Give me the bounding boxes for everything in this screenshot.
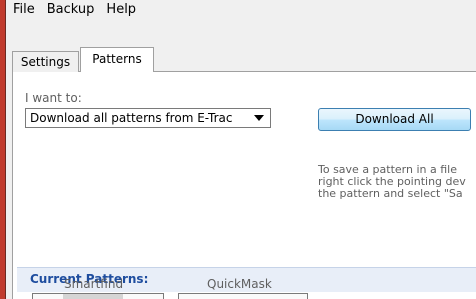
quickmask-pattern-slot[interactable]: [178, 293, 308, 299]
quickmask-column-label: QuickMask: [207, 277, 272, 291]
dropdown-arrow-icon: [254, 115, 264, 121]
pattern-action-select[interactable]: Download all patterns from E-Trac: [25, 108, 271, 128]
tab-settings[interactable]: Settings: [12, 51, 79, 72]
app-window: File Backup Help Settings Patterns I wan…: [0, 0, 476, 299]
save-pattern-hint: To save a pattern in a file right click …: [318, 163, 466, 200]
pattern-action-select-value: Download all patterns from E-Trac: [30, 111, 233, 125]
menu-backup[interactable]: Backup: [41, 0, 101, 20]
menu-bar: File Backup Help: [7, 0, 476, 20]
download-all-button[interactable]: Download All: [318, 108, 471, 131]
menu-help[interactable]: Help: [100, 0, 142, 20]
tab-patterns[interactable]: Patterns: [80, 47, 154, 72]
smartfind-pattern-highlight: [63, 294, 123, 299]
window-frame-edge-inner: [5, 0, 6, 299]
menu-file[interactable]: File: [7, 0, 41, 20]
smartfind-pattern-slot[interactable]: [32, 293, 164, 299]
smartfind-column-label: Smartfind: [64, 277, 124, 291]
want-to-label: I want to:: [25, 91, 82, 105]
